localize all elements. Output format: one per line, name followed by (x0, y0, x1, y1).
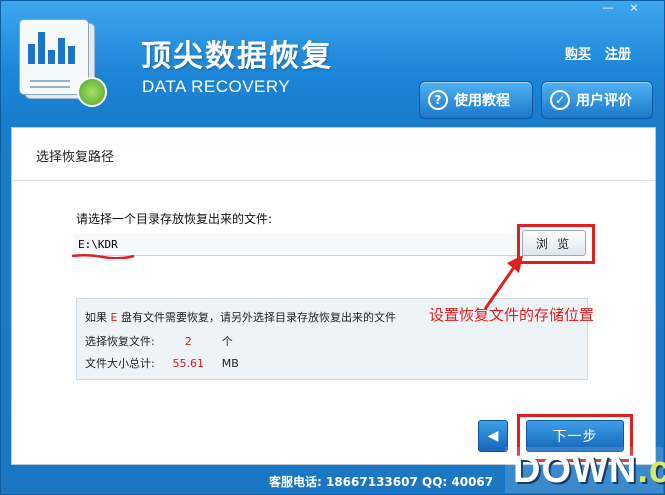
total-size: 文件大小总计: 55.61 MB (85, 357, 239, 370)
browse-highlight (517, 224, 595, 264)
info-warning: 如果 E 盘有文件需要恢复，请另外选择目录存放恢复出来的文件 (85, 311, 396, 324)
tutorial-button[interactable]: ? 使用教程 (419, 81, 533, 119)
site-watermark: DOWN.cc (505, 447, 665, 493)
app-title: 顶尖数据恢复 (141, 39, 333, 74)
close-button[interactable]: × (623, 1, 645, 17)
register-link[interactable]: 注册 (605, 43, 631, 62)
back-button[interactable]: ◀ (478, 420, 508, 452)
rating-button[interactable]: ✓ 用户评价 (541, 81, 653, 119)
selected-files: 选择恢复文件: 2 个 (85, 335, 233, 348)
footer-contact: 客服电话: 18667133607 QQ: 40067 (269, 475, 494, 489)
size-value: 55.61 (172, 357, 204, 370)
rating-label: 用户评价 (576, 93, 632, 109)
step-title: 选择恢复路径 (36, 150, 115, 165)
path-prompt: 请选择一个目录存放恢复出来的文件: (76, 212, 273, 226)
path-underline-mark (71, 253, 135, 259)
path-input[interactable] (74, 234, 520, 256)
minimize-button[interactable]: — (597, 1, 619, 17)
refresh-icon (77, 77, 107, 107)
buy-link[interactable]: 购买 (565, 43, 591, 62)
selected-count: 2 (184, 335, 192, 348)
tutorial-label: 使用教程 (454, 93, 510, 109)
app-window: — × 顶尖数据恢复 DATA RECOVERY 购买 注册 ? 使用教程 ✓ … (0, 0, 665, 495)
thumbs-up-icon: ✓ (550, 90, 570, 110)
drive-letter: E (110, 311, 118, 324)
help-icon: ? (428, 90, 448, 110)
divider (12, 180, 655, 181)
annotation-text: 设置恢复文件的存储位置 (429, 306, 595, 324)
app-logo (17, 17, 111, 107)
app-subtitle: DATA RECOVERY (142, 77, 291, 96)
